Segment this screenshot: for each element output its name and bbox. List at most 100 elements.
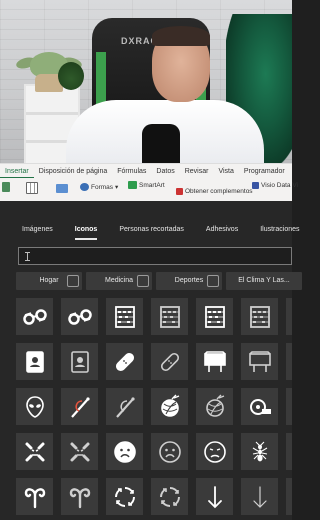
search-input[interactable] [19,248,291,264]
icon-tile[interactable] [16,478,53,515]
icon-tile[interactable] [61,343,98,380]
icon-tile[interactable] [241,298,278,335]
icon-tile[interactable] [196,433,233,470]
ribbon-tab-2[interactable]: Fórmulas [112,166,151,178]
yarn-ball-icon [160,394,179,417]
icon-tile[interactable] [61,388,98,425]
icon-tile[interactable] [196,298,233,335]
billboard-icon [203,350,226,372]
angry-face-outline-icon [70,442,89,461]
icon-tile[interactable] [286,478,292,515]
abacus-alt-icon [159,305,180,328]
icon-tile[interactable] [106,298,143,335]
ribbon-tab-1[interactable]: Disposición de página [34,166,113,178]
icon-tile[interactable] [196,343,233,380]
knitting-needle-icon [70,396,90,418]
icon-tile[interactable] [241,478,278,515]
handcuffs-icon [22,308,47,325]
icon-tile[interactable] [151,298,188,335]
ribbon-tabs: Insertar Disposición de página Fórmulas Dat… [0,166,290,178]
ribbon-table-button[interactable] [2,182,10,192]
picture-icon [56,184,68,193]
ribbon-tab-4[interactable]: Revisar [180,166,214,178]
category-label: Hogar [39,277,59,284]
angry-face-icon [25,442,44,461]
icon-tile[interactable] [286,388,292,425]
icon-tile[interactable] [151,388,188,425]
ribbon-visio-label: Visio Data Vi [261,182,298,189]
category-label: El Clima Y Las... [238,277,290,284]
icon-tile[interactable] [61,433,98,470]
store-icon [176,188,183,195]
icon-tile[interactable] [241,343,278,380]
aries-icon [24,487,45,508]
ribbon-shapes-button[interactable]: Formas ▾ [80,183,118,191]
ribbon-pivot-button[interactable] [26,182,38,194]
ribbon-tab-3[interactable]: Datos [151,166,179,178]
small-plant [58,62,84,90]
icon-tile[interactable] [106,433,143,470]
ant-icon [252,441,267,461]
category-button-3[interactable]: El Clima Y Las... [226,272,302,290]
sad-face-icon [113,440,136,463]
icon-tile[interactable] [151,433,188,470]
ribbon-visio-button[interactable]: Visio Data Vi [252,182,298,189]
icon-tile[interactable] [16,343,53,380]
icon-tile[interactable] [241,388,278,425]
icon-tile[interactable] [151,478,188,515]
icon-grid [16,298,292,520]
table-icon [2,182,10,192]
dialog-tab-0[interactable]: Imágenes [0,221,53,239]
ribbon-tab-6[interactable]: Programador [239,166,290,178]
dialog-tab-1[interactable]: Iconos [53,221,97,240]
knitting-needle-outline-icon [115,396,135,418]
webcam-overlay: DXRACER [0,0,292,168]
handcuffs-open-icon [67,308,92,325]
ribbon-addins-label: Obtener complementos [185,188,253,195]
sad-face-outline-icon [158,440,181,463]
category-thumbnail-icon [137,275,149,287]
icon-tile[interactable] [16,388,53,425]
icon-tile[interactable] [286,433,292,470]
category-button-1[interactable]: Medicina [86,272,152,290]
icon-tile[interactable] [196,478,233,515]
category-thumbnail-icon [207,275,219,287]
icon-tile[interactable] [106,388,143,425]
address-book-icon [25,350,44,373]
ribbon-tab-0[interactable]: Insertar [0,166,34,178]
ribbon-addins-button[interactable]: Obtener complementos [176,188,253,195]
icon-tile[interactable] [61,298,98,335]
icon-tile[interactable] [106,343,143,380]
insert-icons-dialog: Imágenes Iconos Personas recortadas Adhesiv… [0,201,302,520]
search-box[interactable] [18,247,292,265]
dialog-tab-4[interactable]: Ilustraciones [238,221,299,239]
dialog-tab-3[interactable]: Adhesivos [184,221,238,239]
visio-icon [252,182,259,189]
ribbon-smartart-label: SmartArt [139,181,165,189]
icon-tile[interactable] [286,298,292,335]
yarn-ball-outline-icon [205,394,224,417]
ribbon-smartart-button[interactable]: SmartArt [128,181,165,189]
icon-tile[interactable] [106,478,143,515]
icon-tile[interactable] [151,343,188,380]
dialog-tabs: Imágenes Iconos Personas recortadas Adhesiv… [0,221,300,240]
category-button-0[interactable]: Hogar [16,272,82,290]
dialog-tab-2[interactable]: Personas recortadas [97,221,184,239]
frown-face-icon [203,440,226,463]
ribbon-tab-5[interactable]: Vista [213,166,238,178]
ribbon-commands: Formas ▾ SmartArt Obtener complementos V… [0,180,298,202]
bandage-outline-icon [160,352,179,371]
icon-tile[interactable] [16,298,53,335]
arrow-down-icon [207,485,222,508]
icon-tile[interactable] [286,343,292,380]
bandage-icon [115,352,134,371]
icon-tile[interactable] [241,433,278,470]
category-label: Deportes [174,277,204,284]
category-button-2[interactable]: Deportes [156,272,222,290]
abacus-icon [114,305,135,328]
icon-tile[interactable] [61,478,98,515]
alien-icon [25,395,44,418]
ribbon-pictures-button[interactable] [56,184,68,193]
icon-tile[interactable] [196,388,233,425]
icon-tile[interactable] [16,433,53,470]
